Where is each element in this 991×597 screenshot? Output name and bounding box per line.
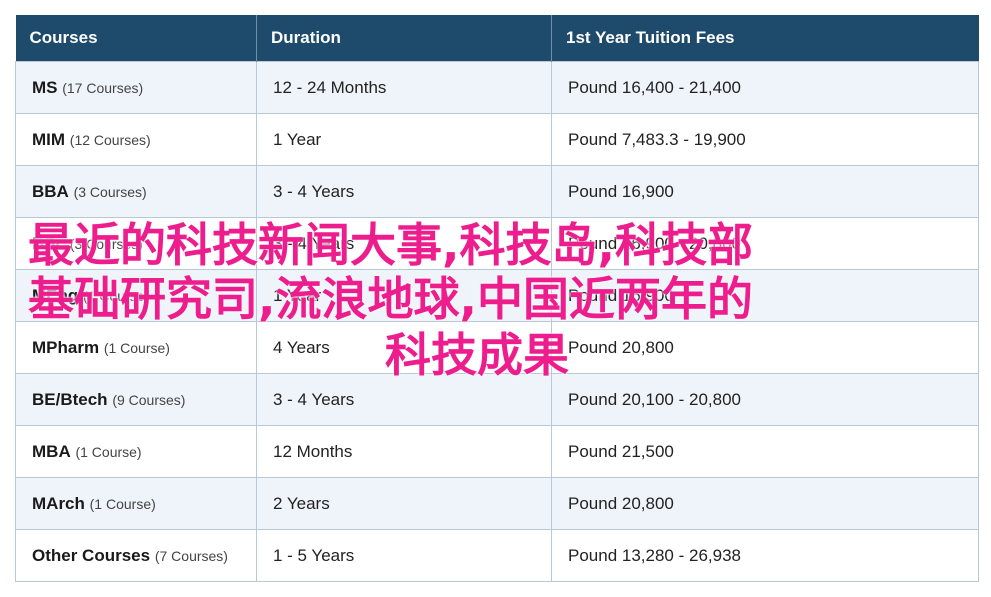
course-cell: BBA (3 Courses): [15, 165, 257, 218]
course-name: MBA: [32, 441, 71, 461]
header-duration: Duration: [256, 15, 552, 62]
course-cell: BE/Btech (9 Courses): [15, 373, 257, 426]
course-count: (7 Courses): [154, 547, 228, 564]
course-count: (12 Courses): [69, 131, 151, 148]
fee-cell: Pound 16,900: [551, 165, 979, 218]
course-cell: MPharm (1 Course): [15, 321, 257, 374]
course-count: (17 Courses): [62, 79, 144, 96]
table-row: BBA (3 Courses) 3 - 4 Years Pound 16,900: [15, 165, 979, 218]
course-name: Other Courses: [32, 545, 151, 565]
course-name: MArch: [32, 493, 85, 513]
table-row: MS (17 Courses) 12 - 24 Months Pound 16,…: [15, 61, 979, 114]
table-header-row: Courses Duration 1st Year Tuition Fees: [15, 15, 979, 62]
course-count: (9 Courses): [112, 391, 186, 408]
duration-cell: 3 - 4 Years: [256, 165, 552, 218]
course-name: MPharm: [32, 337, 100, 357]
table-row: MArch (1 Course) 2 Years Pound 20,800: [15, 477, 979, 530]
course-name: BE/Btech: [32, 389, 108, 409]
header-tuition-fees: 1st Year Tuition Fees: [551, 15, 979, 62]
duration-cell: 12 Months: [256, 425, 552, 478]
fee-cell: Pound 16,400 - 21,400: [551, 61, 979, 114]
course-name: BBA: [32, 181, 69, 201]
overlay-line-1: 最近的科技新闻大事,科技岛,科技部: [28, 218, 753, 272]
fee-cell: Pound 13,280 - 26,938: [551, 529, 979, 582]
duration-cell: 1 Year: [256, 113, 552, 166]
table-row: MBA (1 Course) 12 Months Pound 21,500: [15, 425, 979, 478]
course-count: (3 Courses): [73, 183, 147, 200]
header-courses: Courses: [15, 15, 257, 62]
course-count: (1 Course): [103, 339, 170, 356]
course-cell: MIM (12 Courses): [15, 113, 257, 166]
fee-cell: Pound 20,800: [551, 477, 979, 530]
course-cell: MBA (1 Course): [15, 425, 257, 478]
duration-cell: 1 - 5 Years: [256, 529, 552, 582]
course-count: (1 Course): [89, 495, 156, 512]
overlay-line-3: 科技成果: [385, 328, 569, 382]
fee-cell: Pound 20,100 - 20,800: [551, 373, 979, 426]
course-name: MIM: [32, 129, 66, 149]
duration-cell: 12 - 24 Months: [256, 61, 552, 114]
course-name: MS: [32, 77, 58, 97]
fee-cell: Pound 21,500: [551, 425, 979, 478]
table-row: Other Courses (7 Courses) 1 - 5 Years Po…: [15, 529, 979, 582]
fee-cell: Pound 20,800: [551, 321, 979, 374]
course-cell: MArch (1 Course): [15, 477, 257, 530]
course-count: (1 Course): [75, 443, 142, 460]
overlay-line-2: 基础研究司,流浪地球,中国近两年的: [28, 272, 753, 326]
duration-cell: 2 Years: [256, 477, 552, 530]
fee-cell: Pound 7,483.3 - 19,900: [551, 113, 979, 166]
course-cell: Other Courses (7 Courses): [15, 529, 257, 582]
course-cell: MS (17 Courses): [15, 61, 257, 114]
table-row: MIM (12 Courses) 1 Year Pound 7,483.3 - …: [15, 113, 979, 166]
